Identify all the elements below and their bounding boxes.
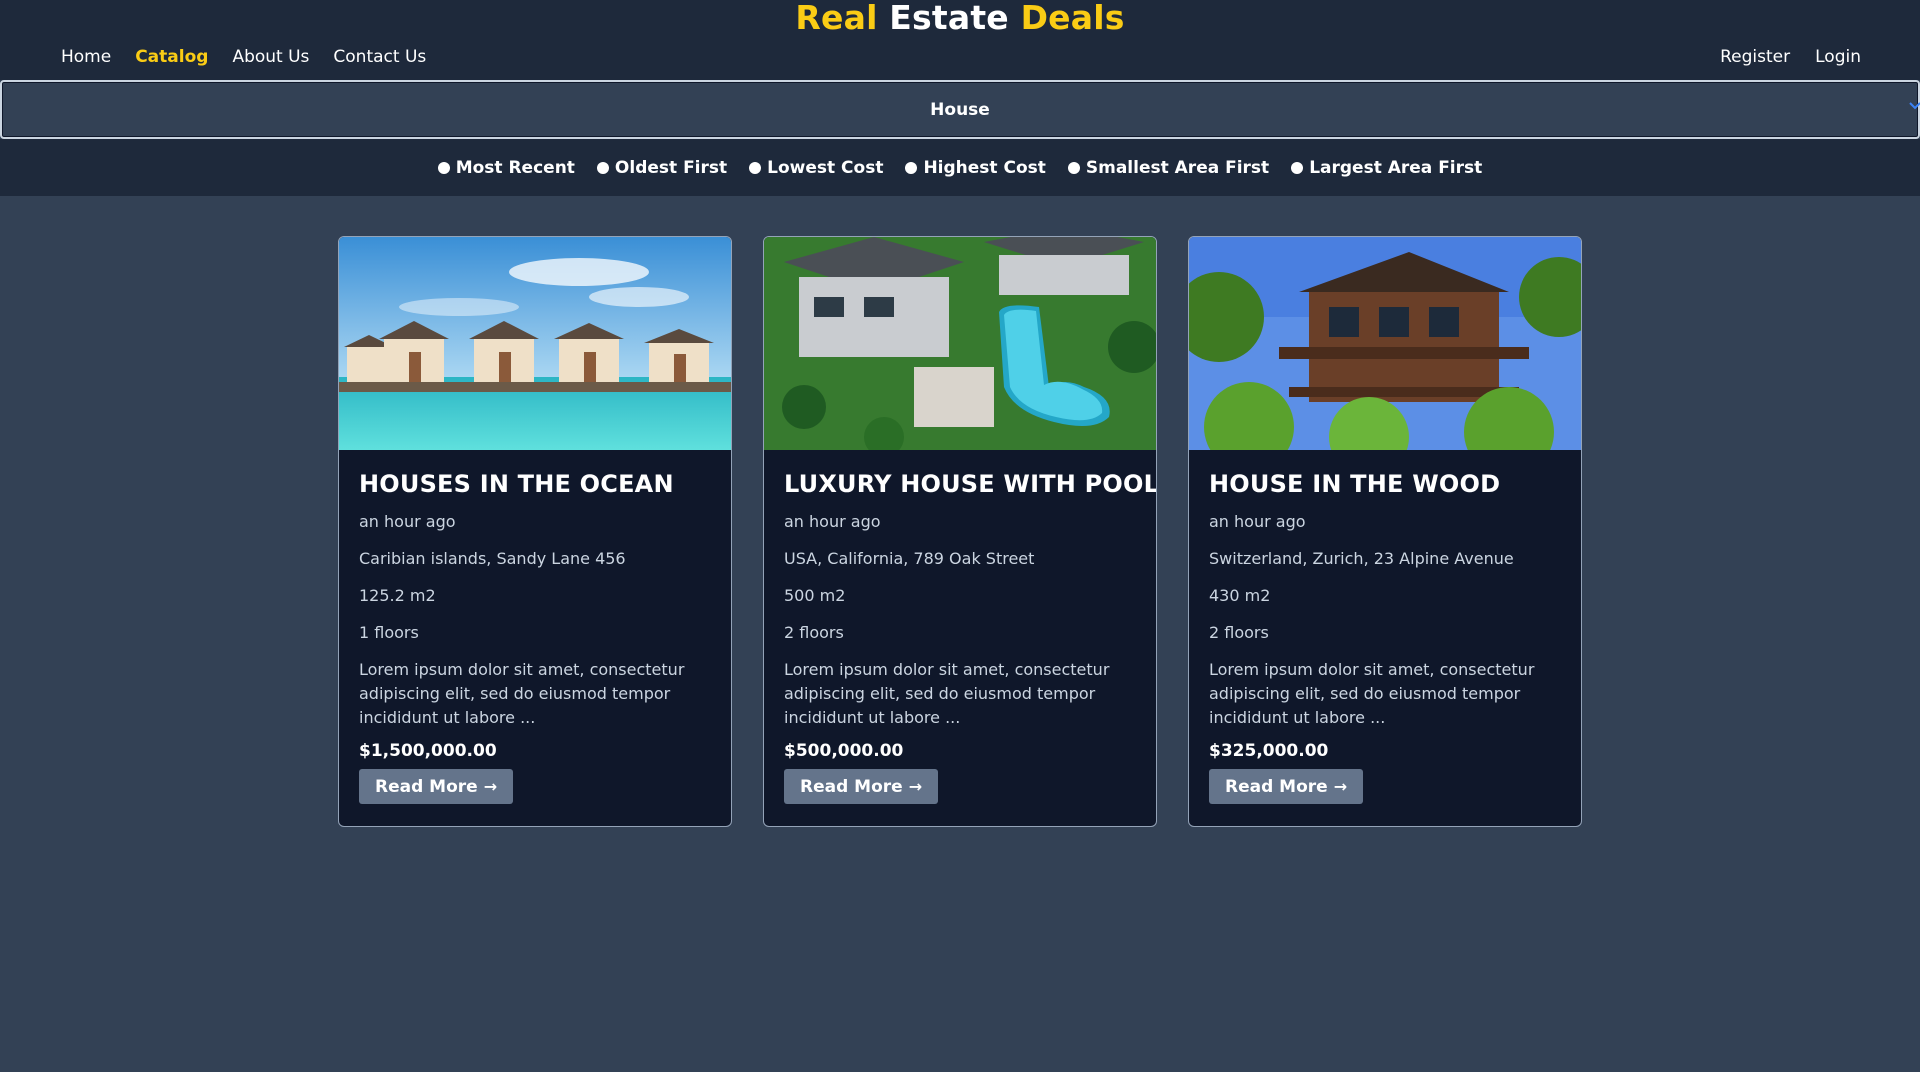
read-more-button[interactable]: Read More →: [1209, 769, 1364, 804]
listing-floors: 2 floors: [784, 623, 844, 642]
sort-label: Highest Cost: [923, 157, 1046, 178]
listing-area: 500 m2: [784, 586, 846, 605]
listing-grid: HOUSES IN THE OCEAN an hour ago Caribian…: [338, 236, 1582, 827]
sort-options-bar: Most Recent Oldest First Lowest Cost Hig…: [0, 139, 1920, 196]
sort-label: Most Recent: [455, 157, 575, 178]
sort-label: Largest Area First: [1309, 157, 1483, 178]
listing-photo: [764, 237, 1156, 450]
radio-icon[interactable]: [1291, 161, 1304, 174]
brand-word-2: Estate: [889, 0, 1009, 37]
sort-label: Smallest Area First: [1085, 157, 1270, 178]
brand-logo[interactable]: Real Estate Deals: [0, 0, 1920, 37]
nav-catalog-link[interactable]: Catalog: [135, 47, 208, 67]
category-select[interactable]: House: [0, 80, 1920, 139]
listing-floors: 1 floors: [359, 623, 419, 642]
auth-nav: Register Login: [1695, 47, 1861, 67]
listing-posted-time: an hour ago: [1209, 512, 1306, 531]
nav-home-link[interactable]: Home: [61, 47, 111, 67]
radio-icon[interactable]: [749, 161, 762, 174]
nav-contact-link[interactable]: Contact Us: [333, 47, 426, 67]
read-more-button[interactable]: Read More →: [784, 769, 939, 804]
listing-area: 125.2 m2: [359, 586, 436, 605]
listing-area: 430 m2: [1209, 586, 1271, 605]
sort-oldest-first[interactable]: Oldest First: [596, 157, 728, 178]
radio-icon[interactable]: [905, 161, 918, 174]
chevron-down-icon: [1908, 95, 1920, 116]
listing-description: Lorem ipsum dolor sit amet, consectetur …: [359, 660, 685, 727]
sort-label: Oldest First: [614, 157, 728, 178]
listing-card: HOUSE IN THE WOOD an hour ago Switzerlan…: [1188, 236, 1582, 827]
category-select-value: House: [930, 99, 990, 120]
arrow-right-icon: →: [483, 777, 498, 796]
sort-largest-area[interactable]: Largest Area First: [1291, 158, 1482, 178]
listing-title: HOUSE IN THE WOOD: [1209, 470, 1501, 498]
listing-location: Switzerland, Zurich, 23 Alpine Avenue: [1209, 549, 1514, 568]
arrow-right-icon: →: [1333, 777, 1348, 796]
listing-card: HOUSES IN THE OCEAN an hour ago Caribian…: [338, 236, 732, 827]
radio-icon[interactable]: [596, 161, 609, 174]
listing-location: USA, California, 789 Oak Street: [784, 549, 1035, 568]
arrow-right-icon: →: [908, 777, 923, 796]
listing-photo: [1189, 237, 1581, 450]
listing-title: HOUSES IN THE OCEAN: [359, 470, 674, 498]
nav-about-link[interactable]: About Us: [232, 47, 309, 67]
brand-word-3: Deals: [1020, 0, 1125, 37]
listing-posted-time: an hour ago: [784, 512, 881, 531]
listing-description: Lorem ipsum dolor sit amet, consectetur …: [1209, 660, 1535, 727]
radio-icon[interactable]: [437, 161, 450, 174]
nav-register-link[interactable]: Register: [1720, 47, 1790, 67]
read-more-label: Read More: [800, 776, 903, 797]
listing-floors: 2 floors: [1209, 623, 1269, 642]
read-more-label: Read More: [375, 776, 478, 797]
read-more-label: Read More: [1225, 776, 1328, 797]
listing-price: $325,000.00: [1209, 741, 1329, 761]
listing-photo: [339, 237, 731, 450]
radio-icon[interactable]: [1067, 161, 1080, 174]
main-nav: Home Catalog About Us Contact Us: [61, 47, 450, 67]
listing-location: Caribian islands, Sandy Lane 456: [359, 549, 626, 568]
sort-highest-cost[interactable]: Highest Cost: [905, 157, 1046, 178]
listing-price: $500,000.00: [784, 741, 904, 761]
listing-price: $1,500,000.00: [359, 741, 497, 761]
listing-description: Lorem ipsum dolor sit amet, consectetur …: [784, 660, 1110, 727]
sort-smallest-area[interactable]: Smallest Area First: [1067, 157, 1270, 178]
listing-title: LUXURY HOUSE WITH POOL: [784, 470, 1157, 498]
sort-label: Lowest Cost: [767, 157, 884, 178]
site-header: Real Estate Deals Home Catalog About Us …: [0, 0, 1920, 80]
sort-most-recent[interactable]: Most Recent: [437, 157, 575, 178]
listing-card: LUXURY HOUSE WITH POOL an hour ago USA, …: [763, 236, 1157, 827]
brand-word-1: Real: [795, 0, 878, 37]
nav-login-link[interactable]: Login: [1815, 47, 1861, 67]
sort-lowest-cost[interactable]: Lowest Cost: [749, 158, 883, 178]
read-more-button[interactable]: Read More →: [359, 769, 514, 804]
listing-posted-time: an hour ago: [359, 512, 456, 531]
